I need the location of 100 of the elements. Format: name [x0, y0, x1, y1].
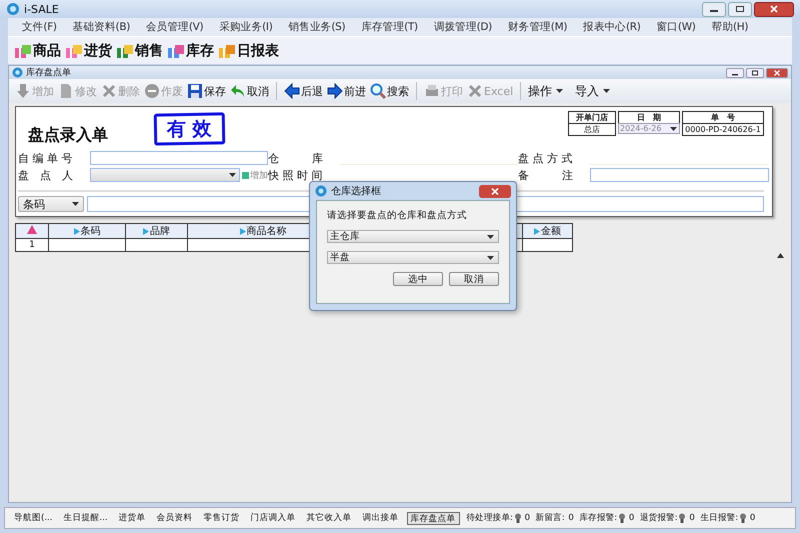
menu-item[interactable]: 采购业务(I) [211, 20, 281, 34]
window-tab[interactable]: 生日提醒... [60, 512, 111, 524]
dialog-button[interactable]: 取消 [449, 272, 499, 286]
window-tab[interactable]: 调出接单 [360, 512, 402, 524]
printer-icon [424, 83, 440, 99]
alert-count: 0 [568, 513, 574, 523]
search-mode-dropdown[interactable]: 条码 [18, 196, 84, 212]
close-button[interactable] [754, 2, 794, 16]
caret-icon [487, 256, 494, 260]
header-label: 开单门店 [568, 111, 616, 123]
field-label: 仓 库 [268, 150, 324, 166]
alert-label: 新留言: [536, 512, 564, 524]
alert-count: 0 [750, 513, 755, 523]
toolbar-button[interactable]: 搜索 [370, 83, 409, 99]
caret-icon [603, 89, 610, 93]
add-link[interactable]: 增加 [242, 168, 268, 182]
dialog-button[interactable]: 选中 [393, 272, 443, 286]
left-arrow-icon [284, 83, 300, 99]
alert-count: 0 [689, 513, 694, 523]
triangle-icon [534, 228, 540, 234]
dialog-title: 仓库选择框 [331, 184, 381, 198]
menu-item[interactable]: 财务管理(M) [500, 20, 576, 34]
restore-button[interactable] [746, 68, 764, 78]
field-label: 盘 点 人 [18, 168, 74, 182]
count-mode-dropdown[interactable]: 半盘 [327, 251, 499, 264]
menu-item[interactable]: 帮助(H) [704, 20, 756, 34]
quick-toolbar-button[interactable]: 商品 [14, 42, 63, 60]
field-label: 备 注 [518, 168, 574, 182]
cross-icon [101, 83, 117, 99]
warning-triangle-icon [27, 225, 37, 234]
toolbar-button[interactable]: 取消 [230, 83, 269, 99]
quick-toolbar-button[interactable]: 日报表 [218, 42, 281, 60]
toolbar-button[interactable]: 前进 [327, 83, 366, 99]
close-button[interactable] [766, 68, 788, 78]
window-tab[interactable]: 其它收入单 [304, 512, 355, 524]
close-icon [773, 70, 781, 76]
minimize-button[interactable] [702, 2, 726, 16]
triangle-icon [74, 228, 80, 234]
document-icon [58, 83, 74, 99]
close-button[interactable] [479, 184, 511, 198]
right-arrow-icon [327, 83, 343, 99]
menu-item[interactable]: 调拨管理(D) [426, 20, 500, 34]
header-label: 单 号 [682, 111, 764, 123]
quick-toolbar-button[interactable]: 库存 [167, 42, 216, 60]
scroll-up-icon [776, 252, 784, 258]
quick-toolbar-button[interactable]: 进货 [65, 42, 114, 60]
quick-toolbar-button[interactable]: 销售 [116, 42, 165, 60]
toolbar-menu[interactable]: 导入 [575, 82, 610, 100]
dialog-logo-icon [315, 185, 327, 197]
menu-item[interactable]: 销售业务(S) [280, 20, 354, 34]
window-tab[interactable]: 会员资料 [154, 512, 196, 524]
window-tab[interactable]: 导航图(... [11, 512, 56, 524]
window-tab[interactable]: 进货单 [116, 512, 149, 524]
caret-icon [556, 89, 564, 93]
caret-icon [72, 202, 79, 206]
menu-item[interactable]: 库存管理(T) [353, 20, 426, 34]
caret-icon [487, 234, 494, 238]
dropdown-field[interactable] [90, 168, 240, 182]
alert-count: 0 [524, 513, 530, 523]
menu-item[interactable]: 基础资料(B) [64, 20, 138, 34]
menu-item[interactable]: 报表中心(R) [575, 20, 649, 34]
menu-item[interactable]: 文件(F) [14, 20, 65, 34]
form-title: 盘点录入单 [28, 125, 108, 146]
save-icon [187, 83, 203, 99]
minimize-button[interactable] [726, 68, 744, 78]
text-field[interactable] [590, 168, 769, 182]
dialog-prompt: 请选择要盘点的仓库和盘点方式 [327, 209, 468, 222]
toolbar-menu[interactable]: 操作 [528, 82, 564, 100]
window-tab[interactable]: 零售订货 [200, 512, 243, 524]
restore-icon [751, 70, 759, 76]
alert-label: 退货报警: [640, 512, 678, 524]
flag-icon [242, 172, 249, 178]
restore-icon [735, 5, 745, 13]
field-label: 快 照 时 间 [268, 168, 324, 182]
header-value: 总店 [568, 123, 616, 136]
alert-count: 0 [628, 513, 634, 523]
caret-icon [669, 124, 678, 133]
row-number: 1 [16, 238, 48, 252]
toolbar-button[interactable]: 保存 [187, 83, 226, 99]
window-tab[interactable]: 库存盘点单 [406, 512, 460, 524]
triangle-icon [143, 228, 149, 234]
header-value: 0000-PD-240626-1 [682, 123, 764, 136]
close-icon [491, 188, 499, 194]
window-tab[interactable]: 门店调入单 [248, 512, 299, 524]
triangle-icon [240, 228, 246, 234]
menu-item[interactable]: 会员管理(V) [138, 20, 212, 34]
warehouse-dropdown[interactable]: 主仓库 [327, 230, 499, 243]
undo-arrow-icon [230, 83, 246, 99]
text-field[interactable] [90, 151, 268, 165]
caret-icon [229, 173, 236, 177]
alert-label: 库存报警: [580, 512, 617, 524]
search-icon [370, 83, 386, 99]
window-title: i-SALE [24, 2, 59, 16]
form-logo-icon [12, 67, 23, 78]
restore-button[interactable] [728, 2, 752, 16]
toolbar-button[interactable]: 后退 [284, 83, 323, 99]
close-icon [769, 5, 779, 13]
menu-item[interactable]: 窗口(W) [648, 20, 704, 34]
cross-icon [467, 83, 483, 99]
field-label: 盘 点 方 式 [518, 150, 574, 166]
